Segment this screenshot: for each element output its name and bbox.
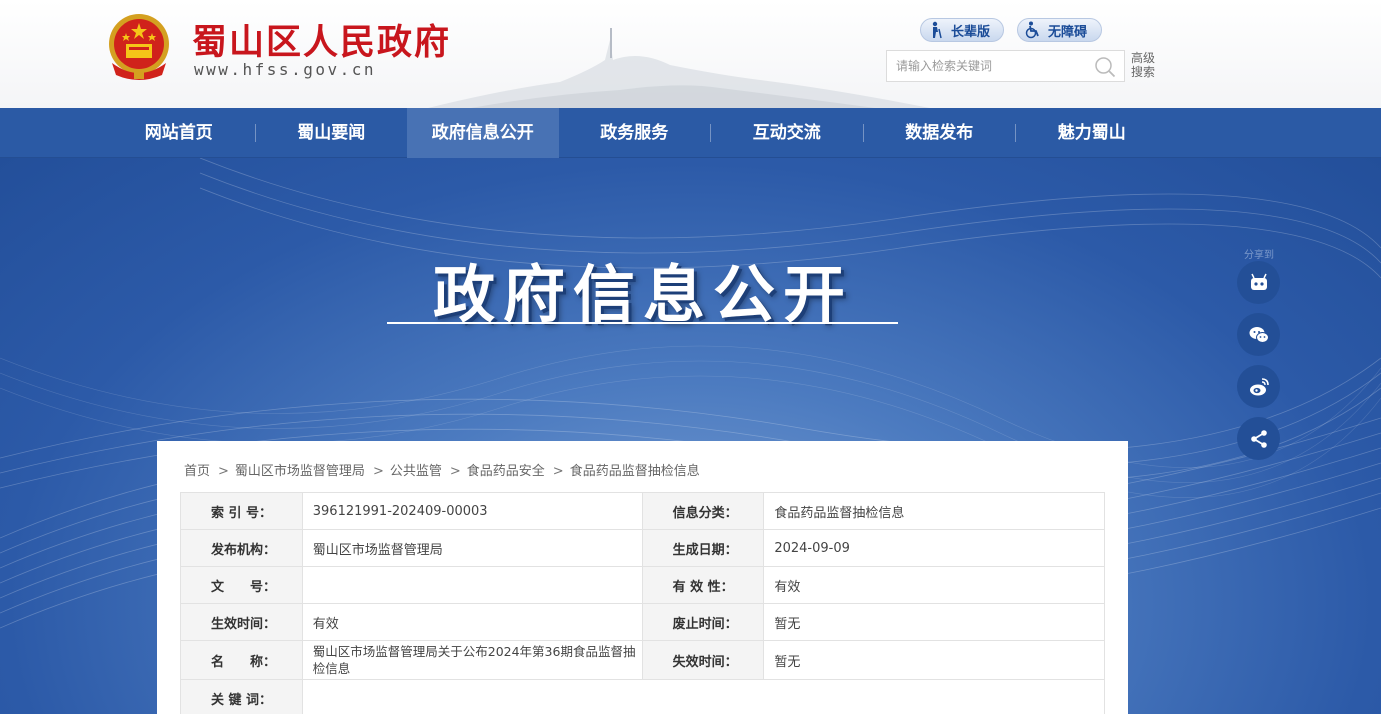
elder-mode-label: 长辈版 (951, 24, 991, 40)
nav-item-home[interactable]: 网站首页 (103, 108, 255, 158)
name-value: 蜀山区市场监督管理局关于公布2024年第36期食品监督抽检信息 (301, 640, 643, 680)
effective-value: 有效 (301, 603, 643, 641)
banner-title: 政府信息公开 (432, 258, 853, 331)
breadcrumb-separator: > (372, 464, 384, 479)
table-row: 文 号： 有 效 性： 有效 (180, 566, 1105, 604)
keywords-label: 关 键 词： (180, 679, 303, 714)
share-button[interactable] (1237, 417, 1280, 460)
site-header: 蜀山区人民政府 www.hfss.gov.cn 长辈版 无障碍 高级搜索 (0, 0, 1381, 108)
nav-item-data[interactable]: 数据发布 (864, 108, 1016, 158)
weibo-icon (1249, 377, 1269, 395)
advanced-search-link[interactable]: 高级搜索 (1131, 51, 1161, 79)
keywords-value (301, 679, 1106, 714)
breadcrumb: 首页 > 蜀山区市场监督管理局 > 公共监管 > 食品药品安全 > 食品药品监督抽检信息 (184, 460, 702, 479)
robot-icon (1250, 273, 1267, 290)
share-icon (1250, 429, 1267, 448)
content-panel: 首页 > 蜀山区市场监督管理局 > 公共监管 > 食品药品安全 > 食品药品监督抽检信息 索 引… (157, 441, 1128, 714)
repeal-label: 废止时间： (641, 603, 765, 641)
elder-mode-button[interactable]: 长辈版 (920, 18, 1004, 42)
table-row: 关 键 词： (180, 679, 1106, 714)
breadcrumb-home[interactable]: 首页 (184, 464, 210, 479)
main-nav: 网站首页 蜀山要闻 政府信息公开 政务服务 互动交流 数据发布 魅力蜀山 (0, 108, 1381, 158)
repeal-value: 暂无 (763, 603, 1105, 641)
doc-no-label: 文 号： (180, 566, 303, 604)
wheelchair-icon (1025, 21, 1039, 39)
weibo-button[interactable] (1237, 365, 1280, 408)
gen-date-label: 生成日期： (641, 529, 765, 567)
site-title: 蜀山区人民政府 (192, 22, 452, 63)
gen-date-value: 2024-09-09 (763, 529, 1105, 567)
national-emblem-icon (109, 14, 169, 80)
nav-item-services[interactable]: 政务服务 (559, 108, 711, 158)
accessibility-button[interactable]: 无障碍 (1017, 18, 1102, 42)
table-row: 生效时间： 有效 废止时间： 暂无 (180, 603, 1105, 641)
index-no-label: 索 引 号： (180, 492, 303, 530)
effective-label: 生效时间： (180, 603, 303, 641)
breadcrumb-food-drug-safety[interactable]: 食品药品安全 (467, 464, 545, 479)
nav-item-charm[interactable]: 魅力蜀山 (1016, 108, 1168, 158)
name-label: 名 称： (180, 640, 303, 680)
banner-underline (387, 322, 898, 324)
invalid-value: 暂无 (763, 640, 1105, 680)
table-row: 索 引 号： 396121991-202409-00003 信息分类： 食品药品… (180, 492, 1105, 530)
mountain-decoration (428, 28, 930, 108)
publisher-label: 发布机构： (180, 529, 303, 567)
doc-no-value (301, 566, 643, 604)
search-box (886, 50, 1125, 82)
validity-label: 有 效 性： (641, 566, 765, 604)
nav-item-interaction[interactable]: 互动交流 (711, 108, 863, 158)
table-row: 名 称： 蜀山区市场监督管理局关于公布2024年第36期食品监督抽检信息 失效时… (180, 640, 1105, 680)
site-url: www.hfss.gov.cn (194, 60, 376, 79)
category-value: 食品药品监督抽检信息 (763, 492, 1105, 530)
nav-item-news[interactable]: 蜀山要闻 (256, 108, 408, 158)
invalid-label: 失效时间： (641, 640, 765, 680)
breadcrumb-separator: > (449, 464, 461, 479)
nav-item-gov-info[interactable]: 政府信息公开 (407, 108, 559, 158)
search-icon[interactable] (1094, 56, 1116, 78)
index-no-value: 396121991-202409-00003 (301, 492, 643, 530)
search-input[interactable] (887, 51, 1087, 81)
breadcrumb-public-supervision[interactable]: 公共监管 (390, 464, 442, 479)
info-metadata-table: 索 引 号： 396121991-202409-00003 信息分类： 食品药品… (180, 492, 1106, 714)
wechat-icon (1249, 326, 1269, 343)
accessibility-label: 无障碍 (1048, 24, 1088, 40)
wechat-button[interactable] (1237, 313, 1280, 356)
elder-icon (932, 21, 942, 39)
breadcrumb-separator: > (218, 464, 229, 479)
robot-button[interactable] (1237, 261, 1280, 304)
publisher-value: 蜀山区市场监督管理局 (301, 529, 643, 567)
table-row: 发布机构： 蜀山区市场监督管理局 生成日期： 2024-09-09 (180, 529, 1105, 567)
validity-value: 有效 (763, 566, 1105, 604)
share-label: 分享到 (1244, 250, 1274, 261)
breadcrumb-bureau[interactable]: 蜀山区市场监督管理局 (235, 464, 365, 479)
breadcrumb-current[interactable]: 食品药品监督抽检信息 (570, 464, 700, 479)
category-label: 信息分类： (641, 492, 765, 530)
breadcrumb-separator: > (552, 464, 564, 479)
